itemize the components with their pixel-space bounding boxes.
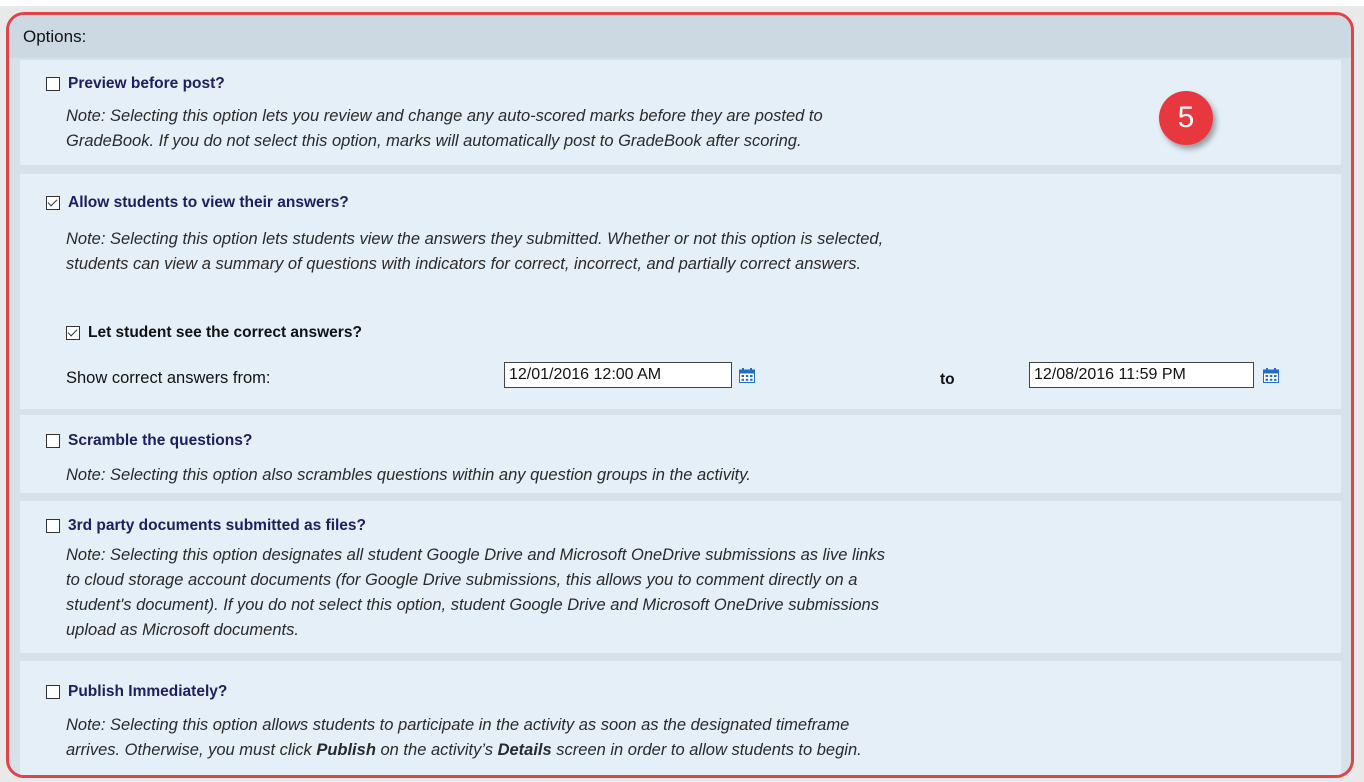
- view-answers-checkbox[interactable]: [46, 196, 60, 210]
- scramble-note: Note: Selecting this option also scrambl…: [66, 463, 751, 488]
- view-answers-option[interactable]: Allow students to view their answers?: [46, 194, 349, 212]
- publish-option[interactable]: Publish Immediately?: [46, 683, 227, 701]
- preview-note: Note: Selecting this option lets you rev…: [66, 104, 823, 154]
- calendar-icon[interactable]: [739, 368, 755, 383]
- note-line: arrives. Otherwise, you must click Publi…: [66, 738, 862, 763]
- publish-keyword: Publish: [316, 741, 376, 759]
- correct-answers-option[interactable]: Let student see the correct answers?: [66, 324, 362, 342]
- publish-note: Note: Selecting this option allows stude…: [66, 713, 862, 763]
- step-number-badge: 5: [1159, 91, 1213, 145]
- note-line: to cloud storage account documents (for …: [66, 571, 858, 589]
- view-answers-note: Note: Selecting this option lets student…: [66, 227, 883, 277]
- calendar-icon[interactable]: [1263, 368, 1279, 383]
- note-line: Note: Selecting this option lets you rev…: [66, 107, 823, 125]
- note-line: Note: Selecting this option lets student…: [66, 230, 884, 248]
- section-publish: Publish Immediately? Note: Selecting thi…: [20, 661, 1341, 775]
- scramble-label[interactable]: Scramble the questions?: [68, 432, 252, 450]
- preview-label[interactable]: Preview before post?: [68, 75, 225, 93]
- note-line: upload as Microsoft documents.: [66, 621, 299, 639]
- preview-checkbox[interactable]: [46, 77, 60, 91]
- scramble-checkbox[interactable]: [46, 434, 60, 448]
- publish-checkbox[interactable]: [46, 685, 60, 699]
- note-text: screen in order to allow students to beg…: [551, 741, 862, 759]
- options-panel: Options: Preview before post? Note: Sele…: [6, 12, 1354, 778]
- correct-answers-checkbox[interactable]: [66, 326, 80, 340]
- note-text: arrives. Otherwise, you must click: [66, 741, 317, 759]
- section-scramble: Scramble the questions? Note: Selecting …: [20, 415, 1341, 493]
- section-view-answers: Allow students to view their answers? No…: [20, 174, 1341, 409]
- note-line: Note: Selecting this option allows stude…: [66, 716, 850, 734]
- preview-option[interactable]: Preview before post?: [46, 75, 225, 93]
- publish-label[interactable]: Publish Immediately?: [68, 683, 227, 701]
- options-header: Options:: [9, 15, 1351, 58]
- note-line: students can view a summary of questions…: [66, 255, 862, 273]
- third-party-note: Note: Selecting this option designates a…: [66, 543, 885, 643]
- to-label: to: [940, 371, 955, 388]
- third-party-option[interactable]: 3rd party documents submitted as files?: [46, 517, 366, 535]
- section-preview: Preview before post? Note: Selecting thi…: [20, 60, 1341, 165]
- details-keyword: Details: [497, 741, 552, 759]
- note-line: Note: Selecting this option designates a…: [66, 546, 885, 564]
- show-from-label: Show correct answers from:: [66, 369, 271, 387]
- third-party-label[interactable]: 3rd party documents submitted as files?: [68, 517, 366, 535]
- options-title: Options:: [23, 27, 87, 46]
- scramble-option[interactable]: Scramble the questions?: [46, 432, 252, 450]
- third-party-checkbox[interactable]: [46, 519, 60, 533]
- note-text: on the activity’s: [375, 741, 498, 759]
- section-third-party: 3rd party documents submitted as files? …: [20, 501, 1341, 653]
- correct-answers-label[interactable]: Let student see the correct answers?: [88, 324, 362, 342]
- to-date-input[interactable]: 12/08/2016 11:59 PM: [1029, 362, 1254, 388]
- note-line: student's document). If you do not selec…: [66, 596, 879, 614]
- note-line: Note: Selecting this option also scrambl…: [66, 466, 751, 484]
- from-date-input[interactable]: 12/01/2016 12:00 AM: [504, 362, 732, 388]
- note-line: GradeBook. If you do not select this opt…: [66, 132, 802, 150]
- view-answers-label[interactable]: Allow students to view their answers?: [68, 194, 349, 212]
